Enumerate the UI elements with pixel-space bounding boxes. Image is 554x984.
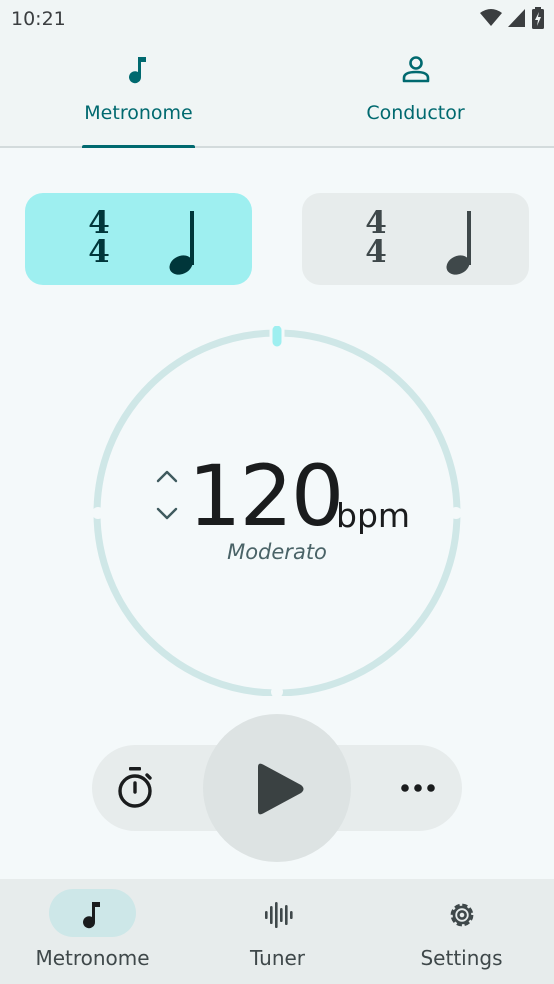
- time-signature: 4 4: [362, 208, 390, 270]
- nav-metronome[interactable]: Metronome: [0, 879, 185, 984]
- stopwatch-icon: [118, 767, 152, 808]
- nav-settings-label: Settings: [420, 946, 503, 970]
- more-options-button[interactable]: [394, 768, 442, 808]
- battery-charging-icon: [532, 7, 544, 29]
- tab-conductor[interactable]: Conductor: [277, 40, 554, 146]
- tab-conductor-label: Conductor: [366, 102, 465, 124]
- signal-icon: [508, 8, 526, 28]
- tempo-marking: Moderato: [227, 540, 327, 564]
- tab-metronome-label: Metronome: [84, 102, 193, 124]
- tempo-increase-button[interactable]: [155, 467, 179, 485]
- person-icon: [401, 54, 431, 88]
- bottom-navigation: Metronome Tuner Settings: [0, 879, 554, 984]
- wifi-icon: [480, 8, 502, 28]
- tempo-value[interactable]: 120: [188, 446, 344, 546]
- status-icons: [480, 7, 544, 29]
- nav-metronome-label: Metronome: [35, 946, 150, 970]
- time-signature-denominator: 4: [365, 234, 387, 270]
- time-signature: 4 4: [85, 208, 113, 270]
- tab-indicator: [82, 145, 195, 148]
- tempo-decrease-button[interactable]: [155, 505, 179, 523]
- timer-button[interactable]: [110, 763, 160, 813]
- music-note-icon: [80, 899, 106, 935]
- tempo-unit: bpm: [336, 496, 411, 535]
- play-icon: [258, 763, 304, 815]
- time-signature-card-primary[interactable]: 4 4: [25, 193, 252, 285]
- more-horizontal-icon: [401, 784, 435, 792]
- nav-tuner-label: Tuner: [249, 946, 306, 970]
- tab-metronome[interactable]: Metronome: [0, 40, 277, 148]
- play-button[interactable]: [203, 714, 351, 862]
- status-bar: 10:21: [0, 0, 554, 40]
- time-signature-card-secondary[interactable]: 4 4: [302, 193, 529, 285]
- quarter-note-icon: [165, 211, 205, 279]
- status-time: 10:21: [11, 8, 66, 30]
- music-note-icon: [126, 54, 152, 90]
- quarter-note-icon: [442, 211, 482, 279]
- gear-icon: [446, 899, 478, 935]
- waveform-icon: [262, 899, 294, 935]
- nav-tuner[interactable]: Tuner: [185, 879, 370, 984]
- top-tab-bar: Metronome Conductor: [0, 40, 554, 148]
- time-signature-denominator: 4: [88, 234, 110, 270]
- nav-settings[interactable]: Settings: [369, 879, 554, 984]
